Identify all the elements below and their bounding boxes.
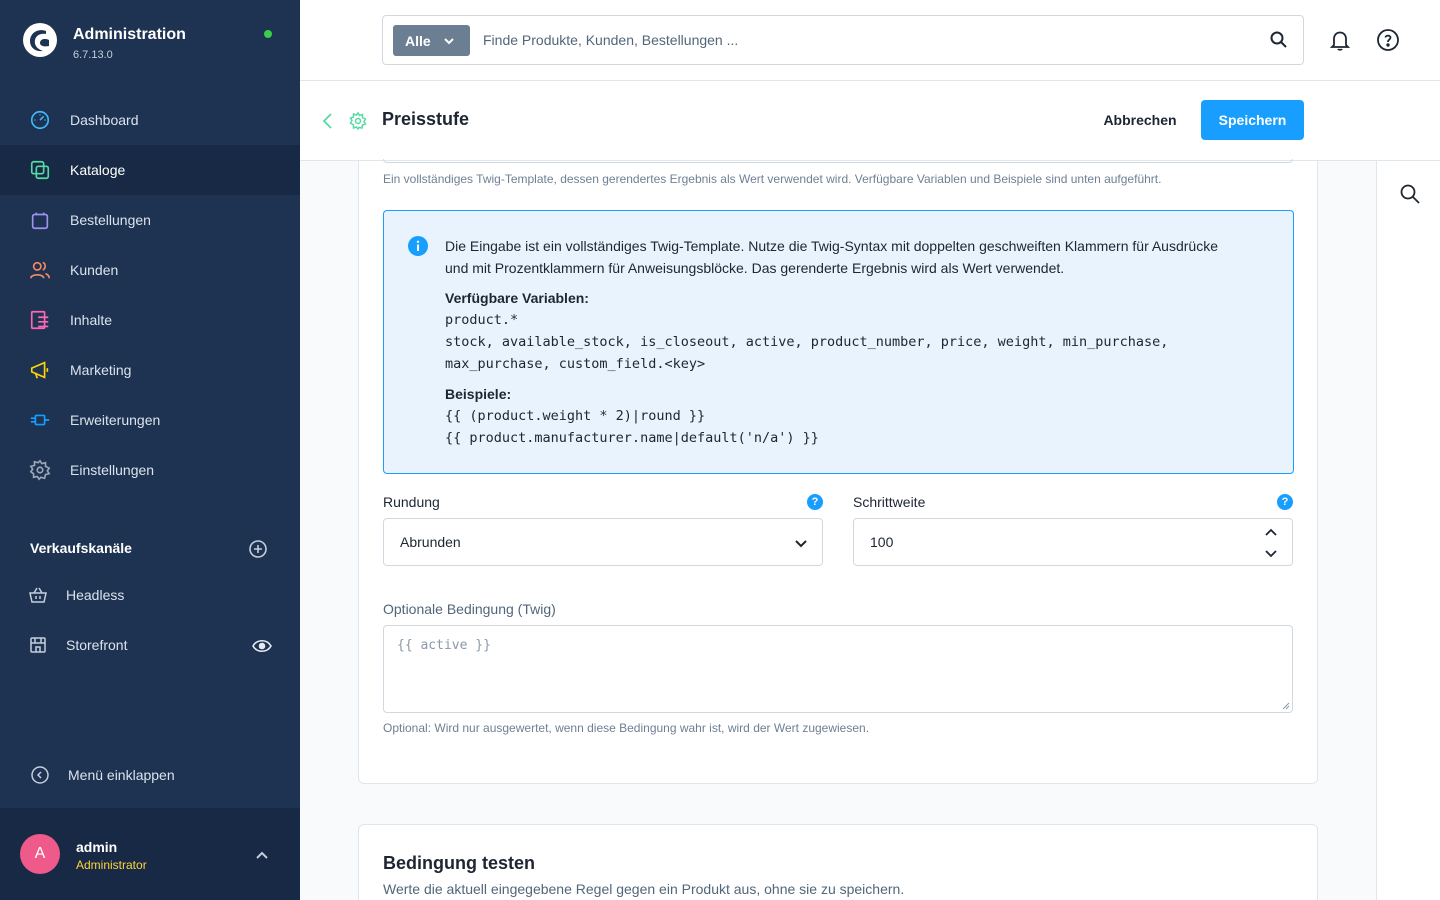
info-text: Die Eingabe ist ein vollständiges Twig-T…: [445, 238, 1218, 276]
cancel-button[interactable]: Abbrechen: [1090, 100, 1190, 140]
page-title: Preisstufe: [382, 109, 470, 129]
basket-icon: [29, 587, 47, 603]
nav-label: Marketing: [70, 362, 132, 378]
nav-item-settings[interactable]: Einstellungen: [0, 445, 300, 495]
nav-item-content[interactable]: Inhalte: [0, 295, 300, 345]
chevron-up-icon[interactable]: [1264, 527, 1278, 539]
smart-bar: Preisstufe Abbrechen Speichern: [300, 81, 1440, 161]
collapse-label: Menü einklappen: [68, 767, 175, 783]
nav-item-customers[interactable]: Kunden: [0, 245, 300, 295]
brand-version: 6.7.13.0: [73, 49, 113, 61]
nav-label: Inhalte: [70, 312, 113, 328]
chevron-down-icon[interactable]: [1264, 547, 1278, 559]
shopware-logo-icon: [23, 23, 57, 57]
marketing-icon: [28, 358, 52, 382]
examples-label: Beispiele:: [445, 386, 512, 402]
back-icon[interactable]: [320, 111, 336, 131]
user-name: admin: [76, 839, 118, 855]
sales-channel-storefront[interactable]: Storefront: [28, 633, 127, 657]
user-role: Administrator: [76, 858, 147, 872]
sales-channel-headless[interactable]: Headless: [28, 583, 124, 607]
template-help-text: Ein vollständiges Twig-Template, dessen …: [383, 172, 1162, 186]
search-input[interactable]: [483, 28, 1243, 52]
rounding-value: Abrunden: [400, 534, 461, 550]
nav-item-marketing[interactable]: Marketing: [0, 345, 300, 395]
step-label: Schrittweite: [853, 494, 926, 510]
catalog-icon: [28, 158, 52, 182]
step-help-icon[interactable]: ?: [1277, 494, 1293, 510]
condition-help-text: Optional: Wird nur ausgewertet, wenn die…: [383, 721, 870, 735]
resize-handle-icon[interactable]: [1282, 702, 1290, 710]
sales-channels-title: Verkaufskanäle: [30, 540, 132, 556]
admin-sidebar: Administration 6.7.13.0 Dashboard Katalo…: [0, 0, 300, 900]
example-line: {{ (product.weight * 2)|round }}: [445, 408, 706, 424]
variables-line: stock, available_stock, is_closeout, act…: [445, 334, 1169, 350]
search-type-select[interactable]: Alle: [393, 25, 470, 56]
nav-label: Einstellungen: [70, 462, 155, 478]
nav-label: Kunden: [70, 262, 119, 278]
brand[interactable]: Administration 6.7.13.0: [22, 22, 186, 61]
global-search: Alle: [382, 15, 1304, 65]
nav-label: Dashboard: [70, 112, 139, 128]
main-nav: Dashboard Kataloge Bestellungen Kunden I…: [0, 95, 300, 495]
content-icon: [28, 308, 52, 332]
collapse-icon: [31, 766, 49, 784]
add-sales-channel-icon[interactable]: [248, 539, 268, 559]
dashboard-icon: [28, 108, 52, 132]
settings-icon: [28, 458, 52, 482]
step-value: 100: [870, 534, 894, 550]
condition-placeholder: {{ active }}: [397, 638, 491, 653]
collapse-menu-button[interactable]: Menü einklappen: [30, 765, 175, 785]
nav-label: Erweiterungen: [70, 412, 161, 428]
sales-channel-label: Headless: [66, 587, 125, 603]
customers-icon: [28, 258, 52, 282]
status-indicator: [264, 30, 272, 38]
chevron-down-icon: [443, 37, 454, 44]
search-icon[interactable]: [1269, 30, 1289, 50]
condition-label: Optionale Bedingung (Twig): [383, 601, 556, 617]
nav-item-dashboard[interactable]: Dashboard: [0, 95, 300, 145]
rounding-help-icon[interactable]: ?: [807, 494, 823, 510]
chevron-down-icon: [795, 540, 807, 548]
brand-title: Administration: [73, 26, 186, 43]
bell-icon[interactable]: [1328, 28, 1352, 52]
sales-channel-label: Storefront: [66, 637, 128, 653]
example-line: {{ product.manufacturer.name|default('n/…: [445, 430, 819, 446]
user-menu[interactable]: A admin Administrator: [0, 808, 300, 900]
rounding-select[interactable]: Abrunden: [383, 518, 823, 566]
extensions-icon: [28, 408, 52, 432]
avatar: A: [20, 834, 60, 874]
test-condition-card: Bedingung testen Werte die aktuell einge…: [358, 824, 1318, 900]
nav-item-extensions[interactable]: Erweiterungen: [0, 395, 300, 445]
nav-label: Kataloge: [70, 162, 126, 178]
condition-textarea[interactable]: {{ active }}: [383, 625, 1293, 713]
variables-label: Verfügbare Variablen:: [445, 290, 589, 306]
variables-line: max_purchase, custom_field.<key>: [445, 356, 706, 372]
nav-item-orders[interactable]: Bestellungen: [0, 195, 300, 245]
step-input[interactable]: 100: [853, 518, 1293, 566]
orders-icon: [28, 208, 52, 232]
help-icon[interactable]: [1376, 28, 1400, 52]
card-title: Bedingung testen: [383, 853, 535, 873]
eye-icon[interactable]: [252, 637, 272, 655]
info-icon: [408, 236, 428, 256]
gear-icon: [349, 111, 367, 131]
search-icon[interactable]: [1399, 183, 1421, 205]
variables-line: product.*: [445, 312, 519, 328]
search-type-label: Alle: [405, 32, 431, 49]
rounding-label: Rundung: [383, 494, 440, 510]
save-button[interactable]: Speichern: [1201, 100, 1304, 140]
price-tier-card: Ein vollständiges Twig-Template, dessen …: [358, 159, 1318, 784]
nav-item-catalogs[interactable]: Kataloge: [0, 145, 300, 195]
card-subtitle: Werte die aktuell eingegebene Regel gege…: [383, 881, 905, 897]
storefront-icon: [30, 637, 46, 653]
info-alert: Die Eingabe ist ein vollständiges Twig-T…: [383, 210, 1294, 474]
chevron-up-icon[interactable]: [254, 848, 270, 864]
right-sidebar: [1376, 161, 1440, 900]
top-header: Alle: [300, 0, 1440, 81]
nav-label: Bestellungen: [70, 212, 151, 228]
template-textarea[interactable]: [383, 159, 1293, 163]
